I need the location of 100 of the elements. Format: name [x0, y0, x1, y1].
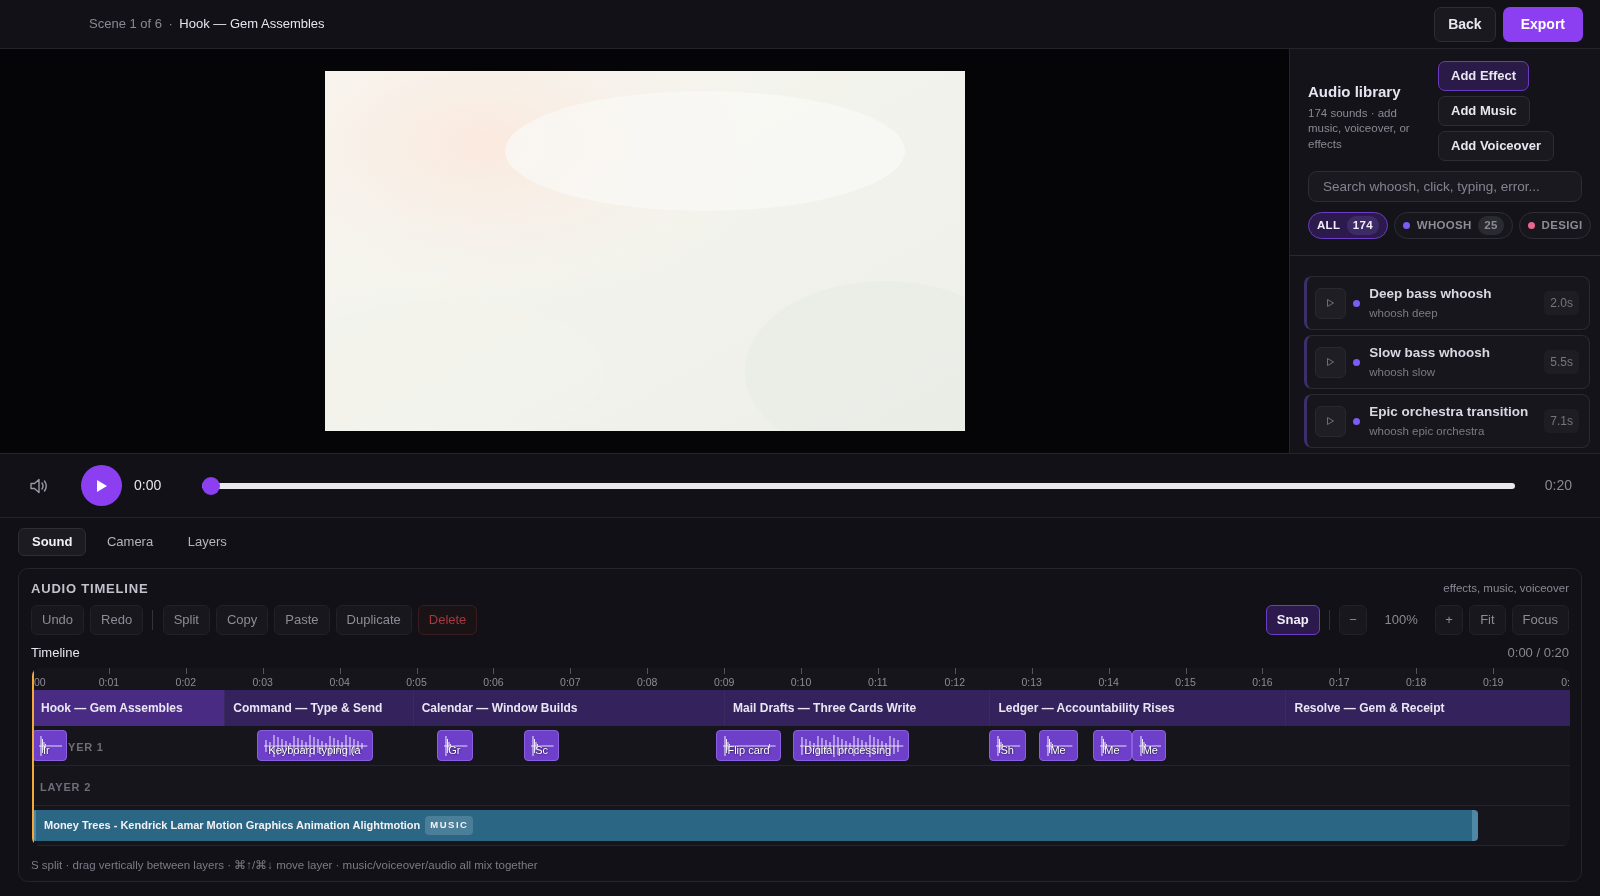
scene-block[interactable]: Resolve — Gem & Receipt [1285, 690, 1570, 726]
waveform-drawing [531, 733, 554, 759]
toolbar-button[interactable]: Redo [90, 604, 144, 635]
panel-subtitle: 174 sounds · add music, voiceover, or effects [1308, 105, 1411, 152]
add-button[interactable]: Add Music [1438, 96, 1530, 126]
add-button[interactable]: Add Voiceover [1438, 131, 1555, 161]
zoom-out-button[interactable]: − [1339, 604, 1368, 635]
waveform-drawing [1100, 733, 1127, 759]
play-icon [96, 479, 107, 492]
tick-label: 0:13 [1021, 675, 1042, 690]
tick-label: 0:03 [252, 675, 273, 690]
scene-block[interactable]: Ledger — Accountability Rises [989, 690, 1286, 726]
sound-tags: whoosh epic orchestra [1369, 422, 1545, 440]
waveform-drawing [1138, 733, 1162, 759]
layer-label: YER 1 [68, 740, 104, 755]
toolbar-button[interactable]: Undo [31, 604, 85, 635]
sound-name: Epic orchestra transition [1369, 403, 1530, 422]
tick-label: 0:18 [1405, 675, 1427, 690]
search-field[interactable]: Search whoosh, click, typing, error... [1308, 171, 1582, 202]
toolbar-button[interactable]: Paste [274, 604, 330, 635]
audio-clip[interactable]: Me [1039, 730, 1078, 761]
play-icon [1327, 358, 1334, 366]
waveform-drawing [996, 733, 1021, 759]
sound-tags: whoosh slow [1369, 363, 1545, 381]
scene-block[interactable]: Command — Type & Send [224, 690, 413, 726]
play-icon [1327, 299, 1334, 307]
audio-clip[interactable]: Digital processing [793, 730, 909, 761]
scene-block[interactable]: Mail Drafts — Three Cards Write [724, 690, 990, 726]
tick-label: 0:02 [175, 675, 196, 690]
tick-label: 0:16 [1252, 675, 1273, 690]
volume-icon [30, 477, 48, 494]
tick-label: 0:07 [560, 675, 581, 690]
filter-chip[interactable]: ALL 174 [1308, 212, 1388, 239]
time-position: 0:00 / 0:20 [1507, 643, 1569, 662]
panel-title: Audio library [1308, 82, 1402, 102]
audio-clip[interactable]: Ir [32, 730, 68, 761]
tick-label: 0:05 [406, 675, 427, 690]
snap-toggle[interactable]: Snap [1265, 604, 1320, 635]
zoom-level: 100% [1383, 610, 1419, 629]
sound-name: Slow bass whoosh [1369, 344, 1492, 363]
toolbar-button[interactable]: Duplicate [335, 604, 412, 635]
current-time: 0:00 [134, 476, 163, 495]
waveform-drawing [1046, 733, 1073, 759]
play-button[interactable] [81, 465, 122, 506]
tick-label: 0:01 [98, 675, 120, 690]
sound-tags: whoosh deep [1369, 304, 1545, 322]
panel-hint: effects, music, voiceover [1443, 581, 1569, 597]
audio-clip[interactable]: Flip card [716, 730, 781, 761]
sound-item[interactable]: Deep bass whoosh whoosh deep 2.0s [1304, 276, 1590, 330]
export-button[interactable]: Export [1502, 6, 1583, 42]
toolbar-button[interactable]: Copy [215, 604, 269, 635]
sound-name: Deep bass whoosh [1369, 285, 1493, 304]
scene-block[interactable]: Hook — Gem Assembles [32, 690, 225, 726]
layer-label: LAYER 2 [40, 780, 92, 795]
play-icon [1327, 417, 1334, 425]
timeline-label: Timeline [31, 643, 80, 662]
tick-label: 0:08 [636, 675, 658, 690]
audio-clip[interactable]: Keyboard typing (a [257, 730, 373, 761]
tick-label: 0:09 [713, 675, 735, 690]
separator: · [168, 15, 173, 34]
tick-label: 0:15 [1175, 675, 1196, 690]
tick-label: 0:10 [790, 675, 812, 690]
tick-label: 0:17 [1329, 675, 1350, 690]
back-button[interactable]: Back [1434, 6, 1496, 42]
duration-label: 2.0s [1544, 291, 1579, 315]
add-button[interactable]: Add Effect [1438, 61, 1529, 91]
tick-label: 0:19 [1482, 675, 1504, 690]
tick-label: 0:12 [944, 675, 965, 690]
toolbar-button[interactable]: Fit [1469, 604, 1506, 635]
sound-item[interactable]: Epic orchestra transition whoosh epic orchestra 7.1s [1304, 394, 1590, 448]
progress-slider[interactable] [202, 476, 1515, 495]
tick-label: 0:14 [1098, 675, 1119, 690]
audio-clip[interactable]: Me [1131, 730, 1167, 761]
audio-clip[interactable]: Me [1093, 730, 1132, 761]
tick-label: 00 [34, 675, 46, 690]
tab[interactable]: Layers [173, 528, 241, 556]
duration-label: 7.1s [1544, 409, 1579, 433]
duration-label: 5.5s [1544, 350, 1579, 374]
waveform-drawing [39, 733, 63, 759]
tick-label: 0:06 [483, 675, 504, 690]
zoom-in-button[interactable]: + [1435, 604, 1464, 635]
scene-block[interactable]: Calendar — Window Builds [412, 690, 725, 726]
audio-clip[interactable]: Gr [437, 730, 473, 761]
total-time: 0:20 [1544, 476, 1572, 495]
music-clip[interactable]: Money Trees - Kendrick Lamar Motion Graphics Animation Alightmotion MUSIC [32, 810, 1478, 841]
filter-chip[interactable]: DESIGI [1519, 212, 1592, 239]
waveform-drawing [723, 733, 776, 759]
shortcut-hint: S split · drag vertically between layers · ⌘↑/⌘↓ move layer · music/voiceover/audio all mix together [31, 858, 539, 873]
tick-label: 0:11 [868, 675, 888, 690]
filter-chip[interactable]: WHOOSH 25 [1394, 212, 1513, 239]
clip-badge: MUSIC [425, 816, 474, 835]
audio-clip[interactable]: Sc [524, 730, 559, 761]
tab[interactable]: Camera [92, 528, 168, 556]
toolbar-button[interactable]: Focus [1511, 604, 1569, 635]
audio-clip[interactable]: Sh [989, 730, 1026, 761]
sound-item[interactable]: Slow bass whoosh whoosh slow 5.5s [1304, 335, 1590, 389]
tab[interactable]: Sound [18, 528, 87, 556]
slider-thumb[interactable] [202, 476, 220, 495]
toolbar-button[interactable]: Split [162, 604, 210, 635]
scene-counter: Scene 1 of 6 [89, 15, 162, 34]
